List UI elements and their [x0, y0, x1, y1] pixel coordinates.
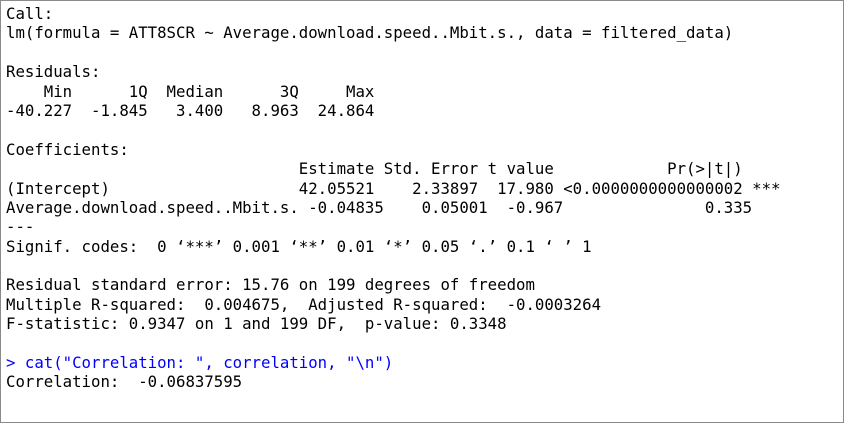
console-line-command-input: > cat("Correlation: ", correlation, "\n"… — [6, 353, 394, 373]
console-line-coefficients-header: Coefficients: — [6, 139, 129, 159]
console-line-correlation-output: Correlation: -0.06837595 — [6, 372, 252, 392]
console-line-separator: --- — [6, 217, 35, 237]
console-line-coefficients-columns: Estimate Std. Error t value Pr(>|t|) — [6, 159, 781, 179]
console-line-residuals-labels: Min 1Q Median 3Q Max — [6, 81, 384, 101]
console-line-call-header: Call: — [6, 4, 54, 23]
r-console-output[interactable]: Call: lm(formula = ATT8SCR ~ Average.dow… — [0, 0, 844, 423]
console-line-f-statistic: F-statistic: 0.9347 on 1 and 199 DF, p-v… — [6, 314, 507, 334]
console-line-coefficient-intercept: (Intercept) 42.05521 2.33897 17.980 <0.0… — [6, 178, 781, 198]
console-line-residual-standard-error: Residual standard error: 15.76 on 199 de… — [6, 275, 535, 295]
console-line-call-formula: lm(formula = ATT8SCR ~ Average.download.… — [6, 23, 734, 43]
console-line-residuals-values: -40.227 -1.845 3.400 8.963 24.864 — [6, 100, 384, 120]
console-line-coefficient-download-speed: Average.download.speed..Mbit.s. -0.04835… — [6, 197, 790, 217]
console-line-r-squared: Multiple R-squared: 0.004675, Adjusted R… — [6, 294, 611, 314]
console-lines: Call: lm(formula = ATT8SCR ~ Average.dow… — [6, 4, 843, 392]
console-line-signif-codes: Signif. codes: 0 ‘***’ 0.001 ‘**’ 0.01 ‘… — [6, 236, 592, 256]
console-line-residuals-header: Residuals: — [6, 62, 101, 82]
